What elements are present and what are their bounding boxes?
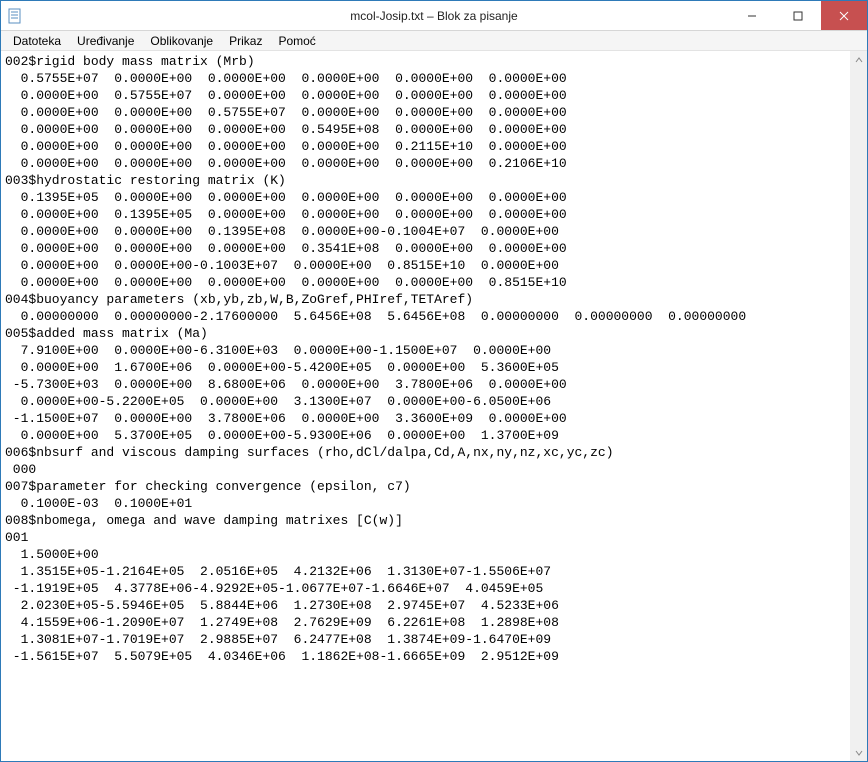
notepad-icon [7, 8, 23, 24]
minimize-button[interactable] [729, 1, 775, 30]
scroll-up-button[interactable] [850, 51, 867, 68]
menu-view[interactable]: Prikaz [221, 32, 270, 50]
vertical-scrollbar[interactable] [850, 51, 867, 761]
menu-file[interactable]: Datoteka [5, 32, 69, 50]
scroll-down-button[interactable] [850, 744, 867, 761]
text-content[interactable]: 002$rigid body mass matrix (Mrb) 0.5755E… [5, 53, 847, 759]
titlebar: mcol-Josip.txt – Blok za pisanje [1, 1, 867, 31]
menu-help[interactable]: Pomoć [270, 32, 323, 50]
close-button[interactable] [821, 1, 867, 30]
menu-edit[interactable]: Uređivanje [69, 32, 142, 50]
editor-area: 002$rigid body mass matrix (Mrb) 0.5755E… [1, 51, 867, 761]
menu-format[interactable]: Oblikovanje [142, 32, 221, 50]
window-controls [729, 1, 867, 30]
app-window: mcol-Josip.txt – Blok za pisanje Datotek… [0, 0, 868, 762]
maximize-button[interactable] [775, 1, 821, 30]
scroll-track[interactable] [850, 68, 867, 744]
menubar: Datoteka Uređivanje Oblikovanje Prikaz P… [1, 31, 867, 51]
